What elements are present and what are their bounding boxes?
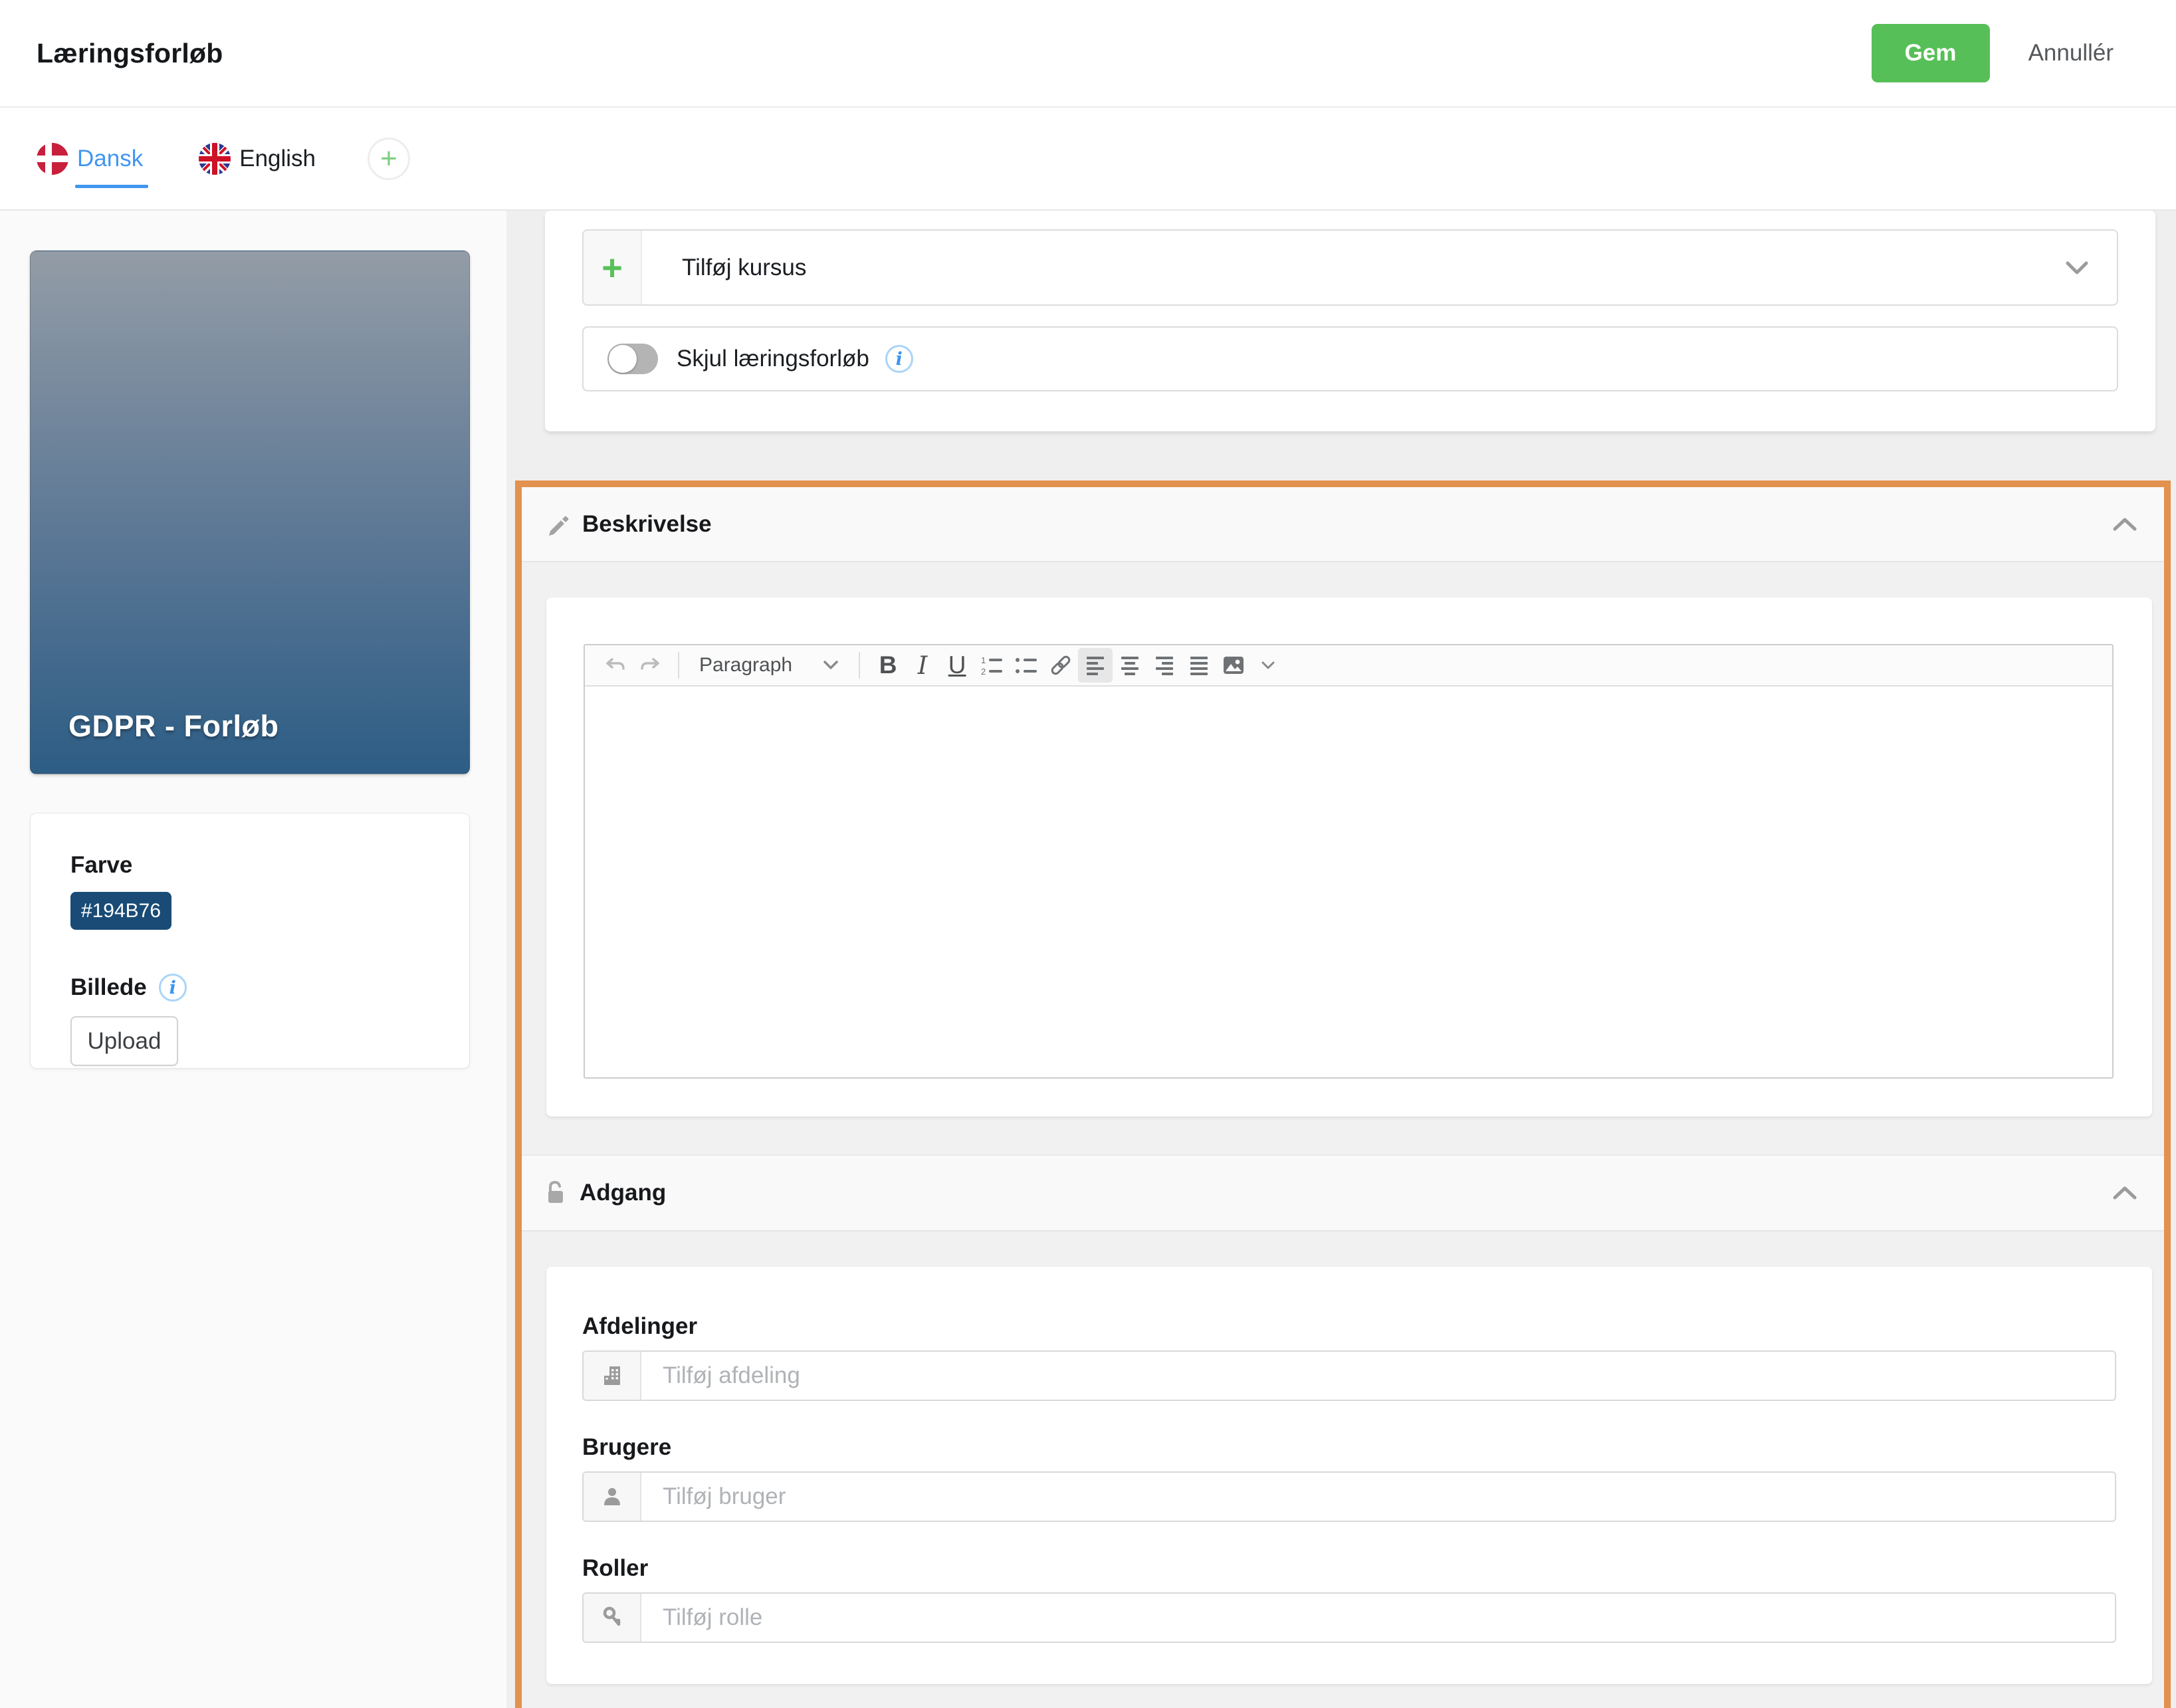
image-label-row: Billede i: [70, 974, 429, 1002]
uk-flag-icon: [199, 142, 231, 175]
course-list-panel: + Tilføj kursus Skjul læringsforløb i: [545, 211, 2155, 431]
paragraph-style-select[interactable]: Paragraph: [690, 654, 848, 677]
user-icon: [584, 1473, 641, 1521]
access-panel: Afdelinger Tilføj afdeling Brugere Tilfø…: [546, 1267, 2152, 1684]
bold-button[interactable]: B: [871, 648, 905, 683]
add-course-label: Tilføj kursus: [682, 254, 807, 280]
sidebar: GDPR - Forløb Farve #194B76 Billede i Up…: [0, 211, 506, 1708]
departments-label: Afdelinger: [582, 1313, 698, 1339]
content-area: GDPR - Forløb Farve #194B76 Billede i Up…: [0, 209, 2176, 1708]
rich-text-editor: Paragraph B I U 1 2: [584, 644, 2114, 1079]
redo-button[interactable]: [633, 648, 667, 683]
pencil-icon: [545, 512, 569, 536]
justify-button[interactable]: [1182, 648, 1216, 683]
toolbar-separator: [678, 652, 679, 679]
learning-path-editor-page: Læringsforløb Gem Annullér Dansk English…: [0, 0, 2176, 1708]
insert-image-button[interactable]: [1216, 648, 1251, 683]
info-icon[interactable]: i: [885, 345, 913, 373]
add-language-button[interactable]: +: [368, 137, 411, 180]
ordered-list-button[interactable]: 1 2: [974, 648, 1009, 683]
paragraph-style-value: Paragraph: [699, 654, 793, 676]
building-icon: [584, 1352, 641, 1400]
more-tools-chevron-icon[interactable]: [1251, 648, 1285, 683]
chevron-up-icon[interactable]: [2112, 1186, 2137, 1200]
access-section-header[interactable]: Adgang: [522, 1154, 2164, 1231]
align-left-button[interactable]: [1078, 648, 1113, 683]
plus-icon: +: [601, 247, 623, 288]
course-card-title: GDPR - Forløb: [68, 709, 279, 743]
add-department-input[interactable]: [641, 1352, 2115, 1400]
cancel-button[interactable]: Annullér: [2028, 40, 2114, 66]
chevron-down-icon[interactable]: [2065, 261, 2089, 275]
language-tab-dansk[interactable]: Dansk: [37, 142, 149, 188]
users-input-box: [582, 1471, 2116, 1522]
users-field: Brugere: [582, 1434, 2116, 1522]
align-right-button[interactable]: [1147, 648, 1182, 683]
color-chip[interactable]: #194B76: [70, 892, 171, 930]
departments-field: Afdelinger: [582, 1313, 2116, 1401]
align-center-button[interactable]: [1113, 648, 1147, 683]
appearance-card: Farve #194B76 Billede i Upload: [30, 813, 470, 1069]
italic-button[interactable]: I: [905, 648, 940, 683]
description-section-body: Paragraph B I U 1 2: [522, 562, 2164, 1154]
save-button[interactable]: Gem: [1871, 24, 1990, 82]
undo-button[interactable]: [598, 648, 633, 683]
page-title: Læringsforløb: [37, 37, 223, 68]
hide-toggle[interactable]: [607, 344, 658, 374]
roles-label: Roller: [582, 1555, 649, 1581]
svg-text:1: 1: [981, 655, 986, 665]
main-column: + Tilføj kursus Skjul læringsforløb i Be…: [515, 211, 2171, 1708]
course-card[interactable]: GDPR - Forløb: [30, 251, 470, 774]
language-label: English: [239, 145, 316, 171]
users-label: Brugere: [582, 1434, 672, 1460]
roles-field: Roller: [582, 1555, 2116, 1643]
link-button[interactable]: [1043, 648, 1078, 683]
language-label: Dansk: [77, 145, 144, 171]
editor-panel: Paragraph B I U 1 2: [546, 597, 2152, 1117]
access-section-body: Afdelinger Tilføj afdeling Brugere Tilfø…: [522, 1231, 2164, 1708]
add-course-icon-cell: +: [584, 231, 642, 304]
image-label: Billede: [70, 974, 147, 1000]
lock-open-icon: [545, 1180, 566, 1206]
language-tab-english[interactable]: English: [199, 142, 316, 175]
svg-text:2: 2: [981, 667, 986, 677]
hide-learning-path-row: Skjul læringsforløb i: [582, 326, 2118, 391]
description-section-header[interactable]: Beskrivelse: [522, 487, 2164, 562]
add-user-input[interactable]: [641, 1473, 2115, 1521]
key-icon: [584, 1594, 641, 1642]
color-label: Farve: [70, 852, 133, 878]
access-section-title: Adgang: [580, 1180, 667, 1206]
underline-button[interactable]: U: [940, 648, 974, 683]
toolbar-separator: [859, 652, 861, 679]
upload-button[interactable]: Upload: [70, 1016, 178, 1066]
bullet-list-button[interactable]: [1009, 648, 1043, 683]
plus-icon: +: [380, 142, 397, 175]
app-header: Læringsforløb Gem Annullér: [0, 0, 2176, 106]
editor-content[interactable]: [585, 687, 2112, 1077]
chevron-up-icon[interactable]: [2112, 517, 2137, 532]
editor-toolbar: Paragraph B I U 1 2: [585, 645, 2112, 687]
add-course-row[interactable]: + Tilføj kursus: [582, 229, 2118, 306]
roles-input-box: [582, 1592, 2116, 1643]
denmark-flag-icon: [37, 142, 68, 175]
departments-input-box: [582, 1350, 2116, 1401]
header-actions: Gem Annullér: [1871, 24, 2114, 82]
toggle-knob: [609, 345, 637, 373]
language-bar: Dansk English +: [0, 108, 2176, 209]
info-icon[interactable]: i: [158, 974, 187, 1002]
description-section-title: Beskrivelse: [582, 510, 712, 537]
highlighted-region: Beskrivelse Paragraph B I U 1 2 Adgang A…: [515, 480, 2171, 1708]
hide-toggle-label: Skjul læringsforløb: [677, 346, 869, 372]
add-role-input[interactable]: [641, 1594, 2115, 1642]
